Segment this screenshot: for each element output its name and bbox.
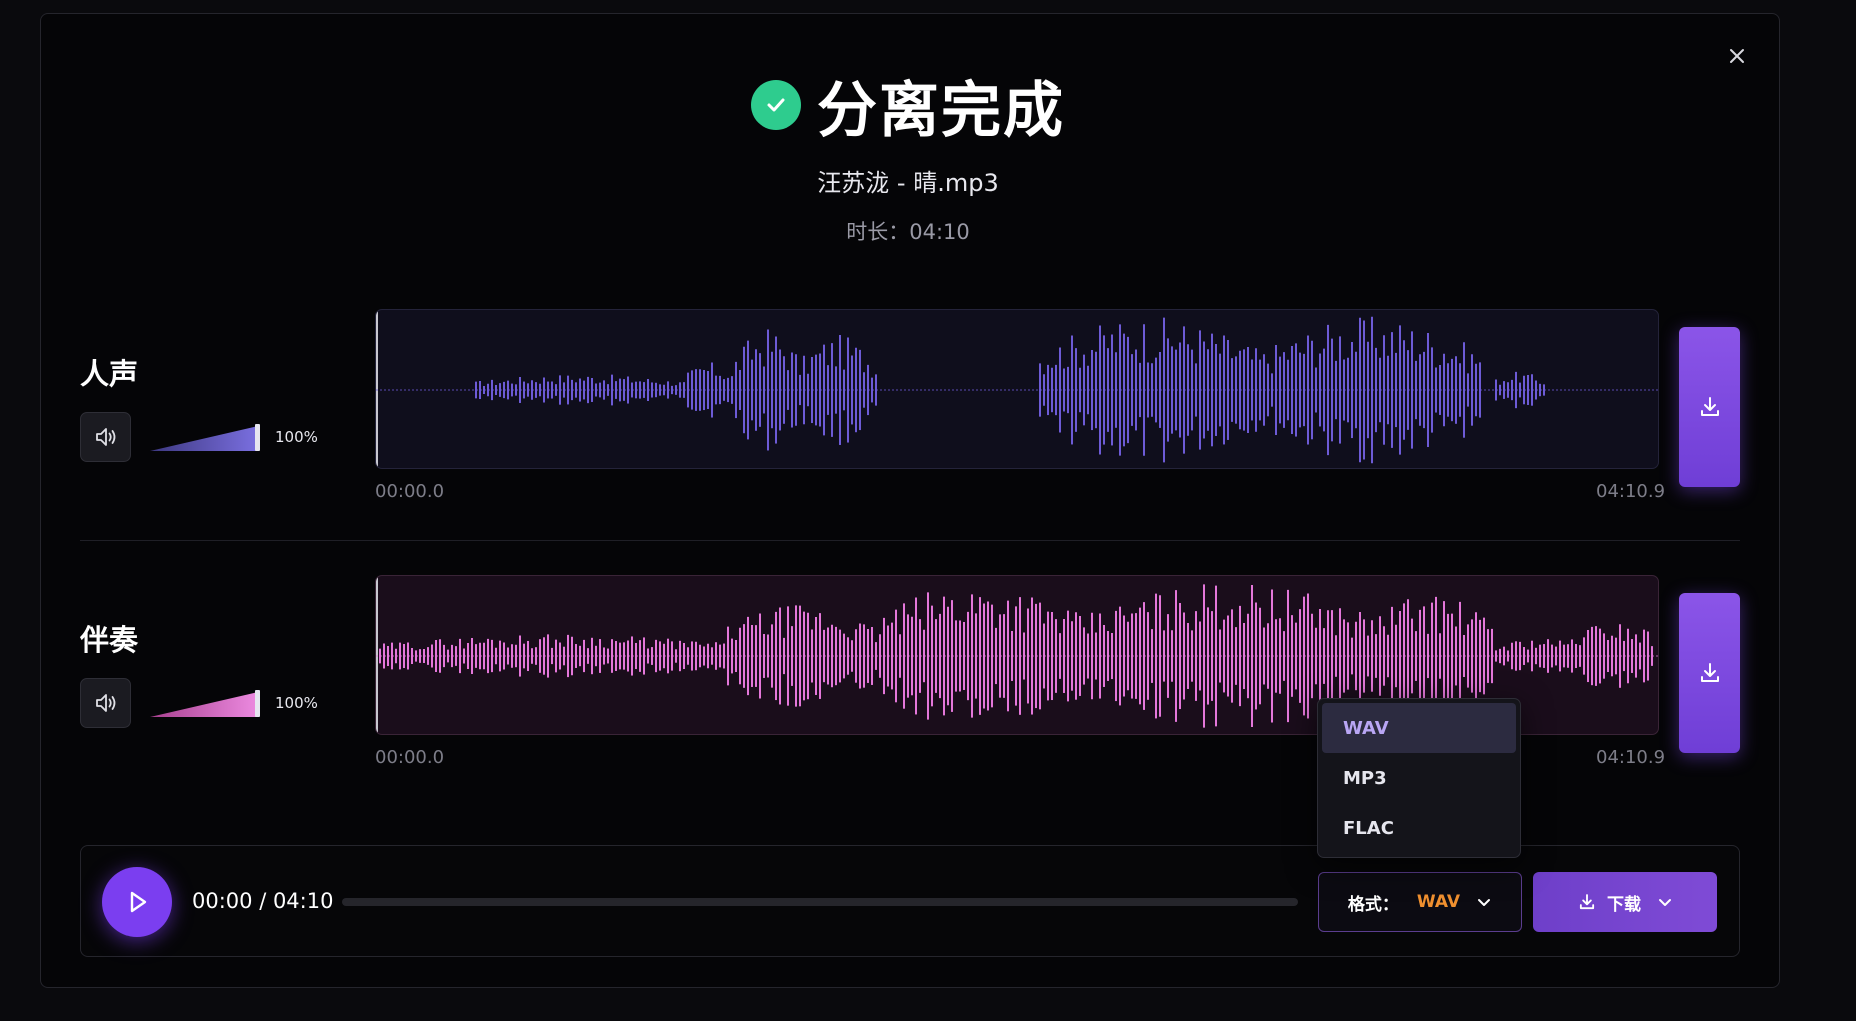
accompaniment-time-end: 04:10.9 bbox=[1596, 747, 1666, 768]
track-label-vocals: 人声 bbox=[80, 357, 139, 391]
vocals-mute-button[interactable] bbox=[80, 412, 131, 462]
vocals-time-start: 00:00.0 bbox=[375, 481, 445, 502]
vocals-volume-value: 100% bbox=[275, 428, 318, 446]
accompaniment-mute-button[interactable] bbox=[80, 678, 131, 728]
volume-icon bbox=[95, 694, 115, 712]
chevron-down-icon bbox=[1478, 899, 1491, 906]
vocals-waveform-graphic bbox=[376, 310, 1658, 468]
vocals-volume-slider[interactable] bbox=[148, 422, 262, 452]
play-icon bbox=[130, 891, 147, 913]
check-icon bbox=[767, 98, 785, 112]
format-select[interactable]: 格式： WAV bbox=[1318, 872, 1522, 932]
vocals-download-button[interactable] bbox=[1679, 327, 1740, 487]
playback-progress-bar[interactable] bbox=[342, 898, 1298, 906]
page-title: 分离完成 bbox=[817, 75, 1065, 146]
format-value: WAV bbox=[1416, 892, 1461, 912]
title-row: 分离完成 bbox=[0, 65, 1816, 146]
result-header: 分离完成 汪苏泷 - 晴.mp3 时长：04:10 bbox=[0, 65, 1816, 246]
accompaniment-volume-slider[interactable] bbox=[148, 688, 262, 718]
download-icon bbox=[1700, 663, 1719, 682]
download-label: 下载 bbox=[1607, 894, 1641, 915]
file-duration: 时长：04:10 bbox=[846, 220, 970, 244]
format-option-mp3[interactable]: MP3 bbox=[1322, 753, 1516, 803]
download-all-button[interactable]: 下载 bbox=[1533, 872, 1717, 932]
track-divider bbox=[80, 540, 1740, 541]
play-button[interactable] bbox=[102, 867, 172, 937]
player-bar: 00:00 / 04:10 格式： WAV 下载 bbox=[80, 845, 1740, 957]
format-option-wav[interactable]: WAV bbox=[1322, 703, 1516, 753]
chevron-down-icon bbox=[1659, 899, 1671, 906]
format-option-flac[interactable]: FLAC bbox=[1322, 803, 1516, 853]
vocals-time-end: 04:10.9 bbox=[1596, 481, 1666, 502]
format-dropdown-menu: WAV MP3 FLAC bbox=[1317, 698, 1521, 858]
accompaniment-download-button[interactable] bbox=[1679, 593, 1740, 753]
playback-time: 00:00 / 04:10 bbox=[192, 889, 334, 913]
volume-icon bbox=[95, 428, 115, 446]
accompaniment-time-start: 00:00.0 bbox=[375, 747, 445, 768]
track-label-accompaniment: 伴奏 bbox=[80, 623, 139, 657]
vocals-waveform[interactable] bbox=[375, 309, 1659, 469]
success-badge bbox=[751, 80, 801, 130]
download-icon bbox=[1579, 894, 1595, 910]
format-label: 格式： bbox=[1347, 894, 1399, 915]
file-name: 汪苏泷 - 晴.mp3 bbox=[817, 169, 999, 197]
accompaniment-volume-value: 100% bbox=[275, 694, 318, 712]
download-icon bbox=[1700, 397, 1719, 416]
